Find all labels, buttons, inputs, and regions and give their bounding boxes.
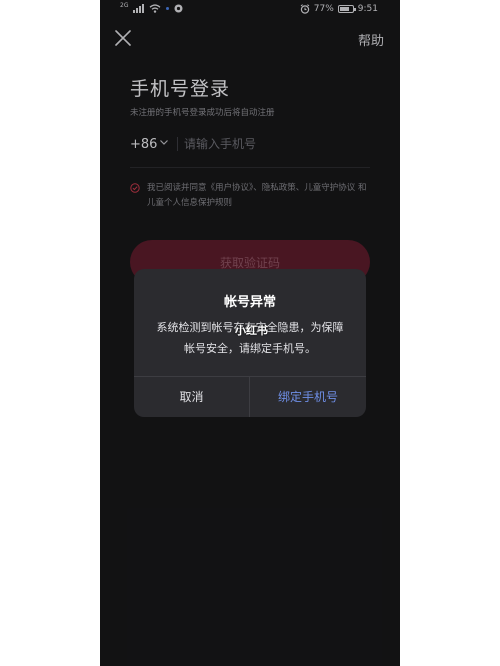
watermark-label: 小红书 (235, 324, 268, 337)
dialog-title: 帐号异常 (223, 295, 276, 310)
account-alert-dialog: 帐号异常 系统检测到帐号存在安全隐患，为保障帐号安全，请绑定手机号。 取消 绑定… (134, 269, 366, 417)
phone-screen: 2G 77% 9:51 帮助 手机号登录 未注册的手机号登录成功后将自动注册 +… (100, 0, 400, 666)
cancel-button[interactable]: 取消 (134, 377, 249, 417)
bind-phone-button[interactable]: 绑定手机号 (250, 377, 366, 417)
